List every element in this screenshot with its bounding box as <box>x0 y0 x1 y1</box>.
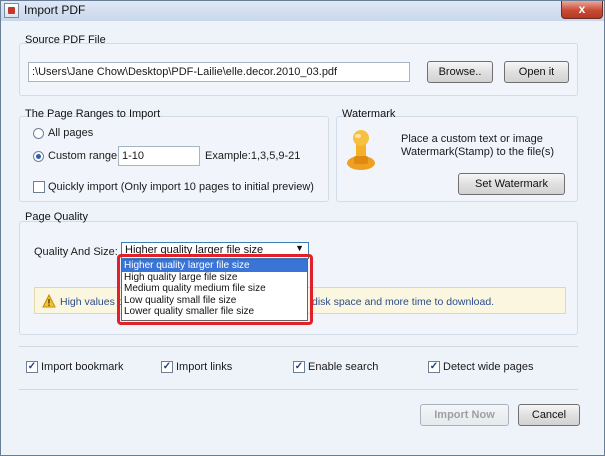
options-divider <box>19 346 578 347</box>
custom-range-input[interactable]: 1-10 <box>118 146 200 166</box>
watermark-description-2: Watermark(Stamp) to the file(s) <box>401 146 555 158</box>
custom-range-radio[interactable] <box>33 151 44 162</box>
watermark-stamp-icon <box>347 130 375 170</box>
import-bookmark-label: Import bookmark <box>41 361 124 373</box>
range-example-text: Example:1,3,5,9-21 <box>205 150 301 162</box>
enable-search-label: Enable search <box>308 361 379 373</box>
cancel-button[interactable]: Cancel <box>518 404 580 426</box>
detect-wide-pages-label: Detect wide pages <box>443 361 534 373</box>
import-now-button[interactable]: Import Now <box>420 404 509 426</box>
source-path-input[interactable]: :\Users\Jane Chow\Desktop\PDF-Lailie\ell… <box>28 62 410 82</box>
page-quality-group-label: Page Quality <box>25 211 88 223</box>
import-links-checkbox[interactable]: ✓ <box>161 361 173 373</box>
warning-text-left: High values p <box>60 296 124 308</box>
quality-option[interactable]: Medium quality medium file size <box>122 283 307 295</box>
open-it-button[interactable]: Open it <box>504 61 569 83</box>
source-group-label: Source PDF File <box>25 34 106 46</box>
app-icon <box>4 3 19 18</box>
chevron-down-icon[interactable]: ▼ <box>295 243 304 253</box>
all-pages-radio[interactable] <box>33 128 44 139</box>
all-pages-label: All pages <box>48 127 94 139</box>
quick-import-label: Quickly import (Only import 10 pages to … <box>48 181 314 193</box>
watermark-group-label: Watermark <box>342 108 396 120</box>
import-bookmark-checkbox[interactable]: ✓ <box>26 361 38 373</box>
set-watermark-button[interactable]: Set Watermark <box>458 173 565 195</box>
quality-option[interactable]: Higher quality larger file size <box>122 260 307 272</box>
enable-search-checkbox[interactable]: ✓ <box>293 361 305 373</box>
close-button[interactable]: x <box>561 1 603 19</box>
quality-dropdown-list: Higher quality larger file size High qua… <box>121 259 308 321</box>
browse-button[interactable]: Browse.. <box>427 61 493 83</box>
custom-range-label: Custom range: <box>48 150 121 162</box>
quality-option[interactable]: Low quality small file size <box>122 295 307 307</box>
import-pdf-dialog: Import PDF x Source PDF File :\Users\Jan… <box>0 0 605 456</box>
footer-divider <box>19 389 578 390</box>
quick-import-checkbox[interactable] <box>33 181 45 193</box>
import-links-label: Import links <box>176 361 233 373</box>
quality-option[interactable]: Lower quality smaller file size <box>122 306 307 318</box>
warning-icon <box>42 294 56 308</box>
detect-wide-pages-checkbox[interactable]: ✓ <box>428 361 440 373</box>
quality-size-label: Quality And Size: <box>34 246 118 258</box>
warning-text-right: disk space and more time to download. <box>312 296 495 308</box>
quality-option[interactable]: High quality large file size <box>122 272 307 284</box>
watermark-description-1: Place a custom text or image <box>401 133 543 145</box>
window-title: Import PDF <box>24 3 86 17</box>
page-ranges-group-label: The Page Ranges to Import <box>25 108 161 120</box>
title-bar[interactable]: Import PDF x <box>1 1 604 21</box>
